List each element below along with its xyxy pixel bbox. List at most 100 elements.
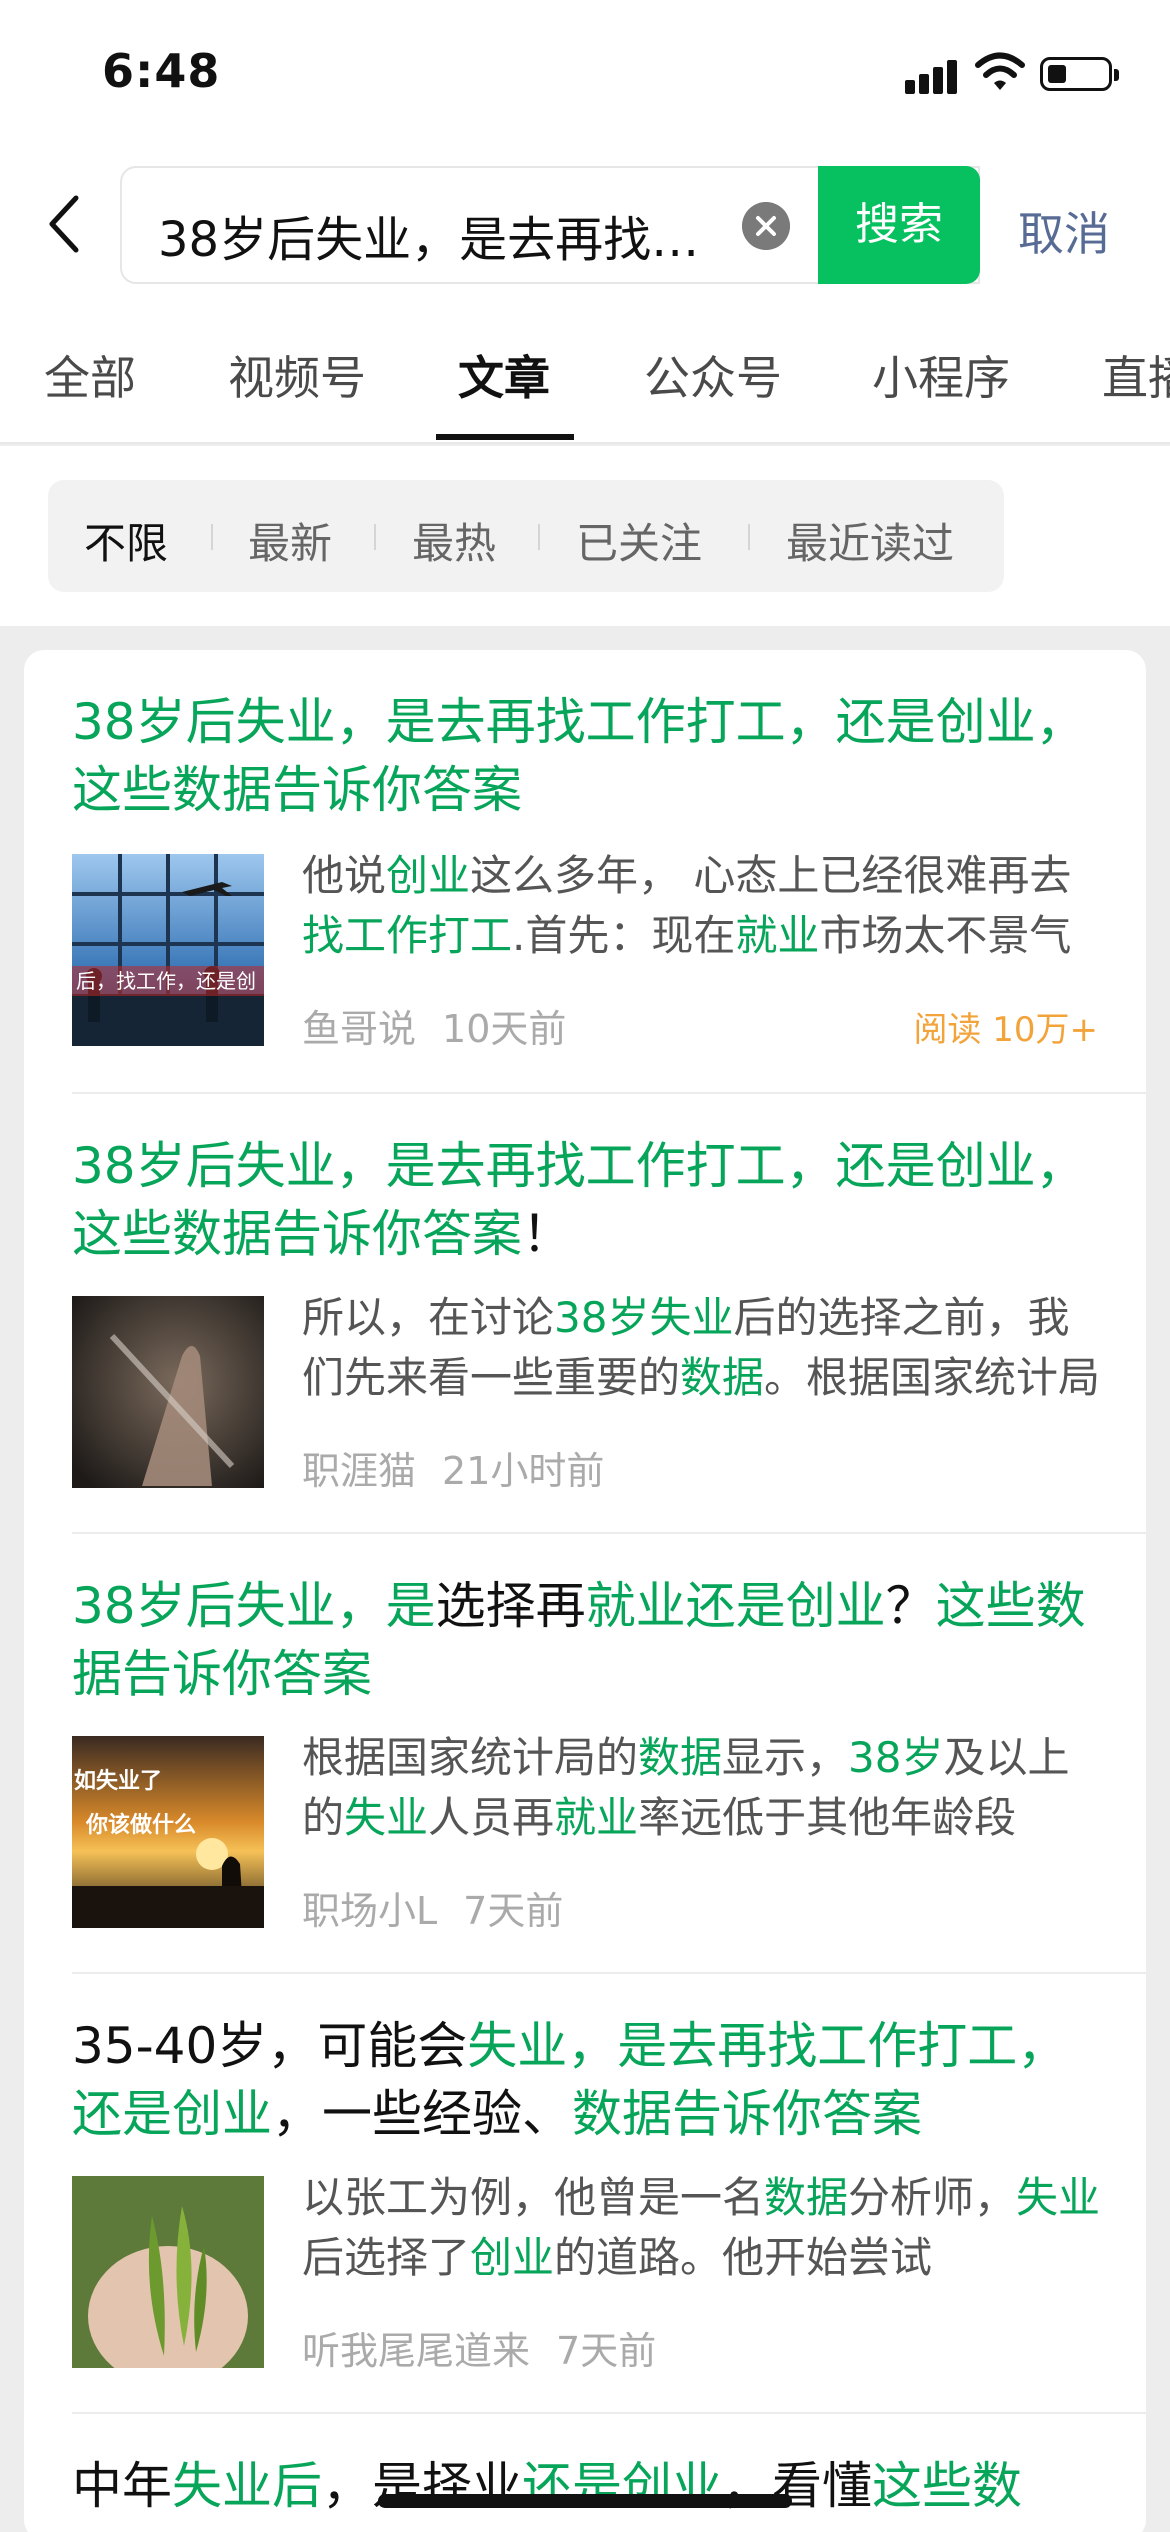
text-segment: 根据国家统计局的: [302, 1733, 639, 1782]
keyword-highlight: 失业: [344, 1793, 429, 1842]
home-indicator: [378, 2494, 792, 2508]
text-segment: ，一些经验、: [272, 2085, 572, 2143]
text-segment: .首先：现在: [512, 911, 736, 960]
search-query[interactable]: 38岁后失业，是去再找工作打工，还是创业，这些数据告诉你答案: [158, 200, 738, 270]
tab-mini-programs[interactable]: 小程序: [872, 342, 1010, 408]
back-arrow-icon[interactable]: [44, 192, 88, 256]
text-segment: 35-40岁，可能会: [72, 2017, 468, 2075]
filter-followed[interactable]: 已关注: [576, 510, 702, 571]
clear-icon[interactable]: [742, 202, 790, 250]
result-source[interactable]: 职涯猫: [302, 1449, 416, 1493]
tab-bar: 全部 视频号 文章 公众号 小程序 直播: [0, 300, 1170, 444]
search-bar: 38岁后失业，是去再找工作打工，还是创业，这些数据告诉你答案 搜索 取消: [0, 150, 1170, 300]
read-count: 阅读 10万+: [913, 1010, 1098, 1050]
filter-bar: 不限 最新 最热 已关注 最近读过: [0, 446, 1170, 626]
text-segment: 所以，在讨论: [302, 1293, 555, 1342]
text-segment: 中年: [72, 2457, 172, 2515]
keyword-highlight: 38岁失业: [554, 1293, 734, 1342]
text-segment: ？: [885, 1577, 936, 1635]
result-item[interactable]: 中年失业后，是择业还是创业，看懂这些数: [72, 2414, 1146, 2532]
result-source[interactable]: 听我尾尾道来: [302, 2329, 530, 2373]
text-segment: 显示，: [722, 1733, 849, 1782]
text-segment: 。根据国家统计局: [764, 1353, 1101, 1402]
result-item[interactable]: 38岁后失业，是去再找工作打工，还是创业，这些数据告诉你答案！ 所以，在讨论38…: [72, 1094, 1146, 1534]
thumbnail-caption: 你该做什么: [85, 1812, 196, 1838]
text-segment: 后选择了: [302, 2233, 471, 2282]
status-time: 6:48: [102, 44, 221, 98]
result-item[interactable]: 38岁后失业，是去再找工作打工，还是创业，这些数据告诉你答案 后，找工作，还是创…: [72, 650, 1146, 1094]
results-card: 38岁后失业，是去再找工作打工，还是创业，这些数据告诉你答案 后，找工作，还是创…: [24, 650, 1146, 2532]
text-segment: 他说: [302, 851, 387, 900]
keyword-highlight: 38岁后失业，是去再找工作打工，还是创业，这些数据告诉你答案: [72, 1137, 1086, 1263]
keyword-highlight: 38岁后失业，是: [72, 1577, 436, 1635]
tab-official-accounts[interactable]: 公众号: [644, 342, 782, 408]
result-source[interactable]: 鱼哥说: [302, 1007, 416, 1051]
keyword-highlight: 创业: [386, 851, 471, 900]
result-meta: 职涯猫 21小时前: [302, 1440, 604, 1495]
result-time: 21小时前: [442, 1449, 605, 1493]
filter-divider: [211, 524, 213, 550]
filter-any[interactable]: 不限: [84, 510, 168, 571]
result-title[interactable]: 中年失业后，是择业还是创业，看懂这些数: [72, 2452, 1092, 2520]
filter-divider: [748, 524, 750, 550]
result-item[interactable]: 35-40岁，可能会失业，是去再找工作打工，还是创业，一些经验、数据告诉你答案 …: [72, 1974, 1146, 2414]
filter-recently-read[interactable]: 最近读过: [786, 510, 954, 571]
tab-all[interactable]: 全部: [44, 342, 136, 408]
result-meta: 职场小L 7天前: [302, 1880, 563, 1935]
result-summary: 以张工为例，他曾是一名数据分析师，失业后选择了创业的道路。他开始尝试: [302, 2168, 1102, 2288]
result-title[interactable]: 35-40岁，可能会失业，是去再找工作打工，还是创业，一些经验、数据告诉你答案: [72, 2012, 1092, 2148]
text-segment: 的道路。他开始尝试: [554, 2233, 933, 2282]
result-title[interactable]: 38岁后失业，是去再找工作打工，还是创业，这些数据告诉你答案: [72, 688, 1092, 824]
result-summary: 根据国家统计局的数据显示，38岁及以上的失业人员再就业率远低于其他年龄段: [302, 1728, 1102, 1848]
text-segment: 分析师，: [848, 2173, 1017, 2222]
keyword-highlight: 就业: [554, 1793, 639, 1842]
status-bar: 6:48: [0, 0, 1170, 150]
keyword-highlight: 数据: [638, 1733, 723, 1782]
result-item[interactable]: 38岁后失业，是选择再就业还是创业？这些数据告诉你答案 如失业了 你该做什么 根…: [72, 1534, 1146, 1974]
result-meta: 鱼哥说 10天前: [302, 998, 566, 1053]
thumbnail-caption: 后，找工作，还是创: [76, 969, 256, 993]
result-thumbnail: [72, 1296, 264, 1488]
keyword-highlight: 这些数: [872, 2457, 1022, 2515]
result-time: 10天前: [442, 1007, 567, 1051]
text-segment: 选择再: [435, 1577, 586, 1635]
keyword-highlight: 找工作打工: [302, 911, 513, 960]
result-thumbnail: 后，找工作，还是创: [72, 854, 264, 1046]
result-time: 7天前: [463, 1889, 564, 1933]
filter-group: 不限 最新 最热 已关注 最近读过: [48, 480, 1004, 592]
result-time: 7天前: [556, 2329, 657, 2373]
keyword-highlight: 失业后: [172, 2457, 322, 2515]
keyword-highlight: 38岁后失业，是去再找工作打工，还是创业，这些数据告诉你答案: [72, 693, 1086, 819]
cancel-button[interactable]: 取消: [1018, 198, 1110, 264]
result-thumbnail: [72, 2176, 264, 2368]
tab-live[interactable]: 直播: [1102, 342, 1170, 408]
result-thumbnail: 如失业了 你该做什么: [72, 1736, 264, 1928]
keyword-highlight: 就业: [735, 911, 820, 960]
keyword-highlight: 就业还是创业: [585, 1577, 886, 1635]
result-title[interactable]: 38岁后失业，是去再找工作打工，还是创业，这些数据告诉你答案！: [72, 1132, 1092, 1268]
keyword-highlight: 数据告诉你答案: [572, 2085, 922, 2143]
result-summary: 所以，在讨论38岁失业后的选择之前，我们先来看一些重要的数据。根据国家统计局: [302, 1288, 1102, 1408]
keyword-highlight: 38岁: [848, 1733, 944, 1782]
tab-articles[interactable]: 文章: [458, 342, 550, 408]
text-segment: ！: [522, 1205, 572, 1263]
thumbnail-caption: 如失业了: [74, 1769, 162, 1794]
result-source[interactable]: 职场小L: [302, 1889, 437, 1933]
tab-channels[interactable]: 视频号: [228, 342, 366, 408]
keyword-highlight: 数据: [680, 1353, 765, 1402]
battery-icon: [1040, 57, 1119, 91]
filter-hottest[interactable]: 最热: [412, 510, 496, 571]
result-meta: 听我尾尾道来 7天前: [302, 2320, 656, 2375]
text-segment: 市场太不景气: [819, 911, 1072, 960]
keyword-highlight: 失业: [1016, 2173, 1101, 2222]
text-segment: 以张工为例，他曾是一名: [302, 2173, 765, 2222]
result-title[interactable]: 38岁后失业，是选择再就业还是创业？这些数据告诉你答案: [72, 1572, 1092, 1708]
filter-newest[interactable]: 最新: [248, 510, 332, 571]
text-segment: 率远低于其他年龄段: [638, 1793, 1017, 1842]
filter-divider: [538, 524, 540, 550]
wifi-icon: [975, 52, 1025, 90]
filter-divider: [374, 524, 376, 550]
text-segment: 这么多年， 心态上已经很难再去: [470, 851, 1072, 900]
search-button[interactable]: 搜索: [818, 166, 980, 284]
result-summary: 他说创业这么多年， 心态上已经很难再去找工作打工.首先：现在就业市场太不景气: [302, 846, 1102, 966]
